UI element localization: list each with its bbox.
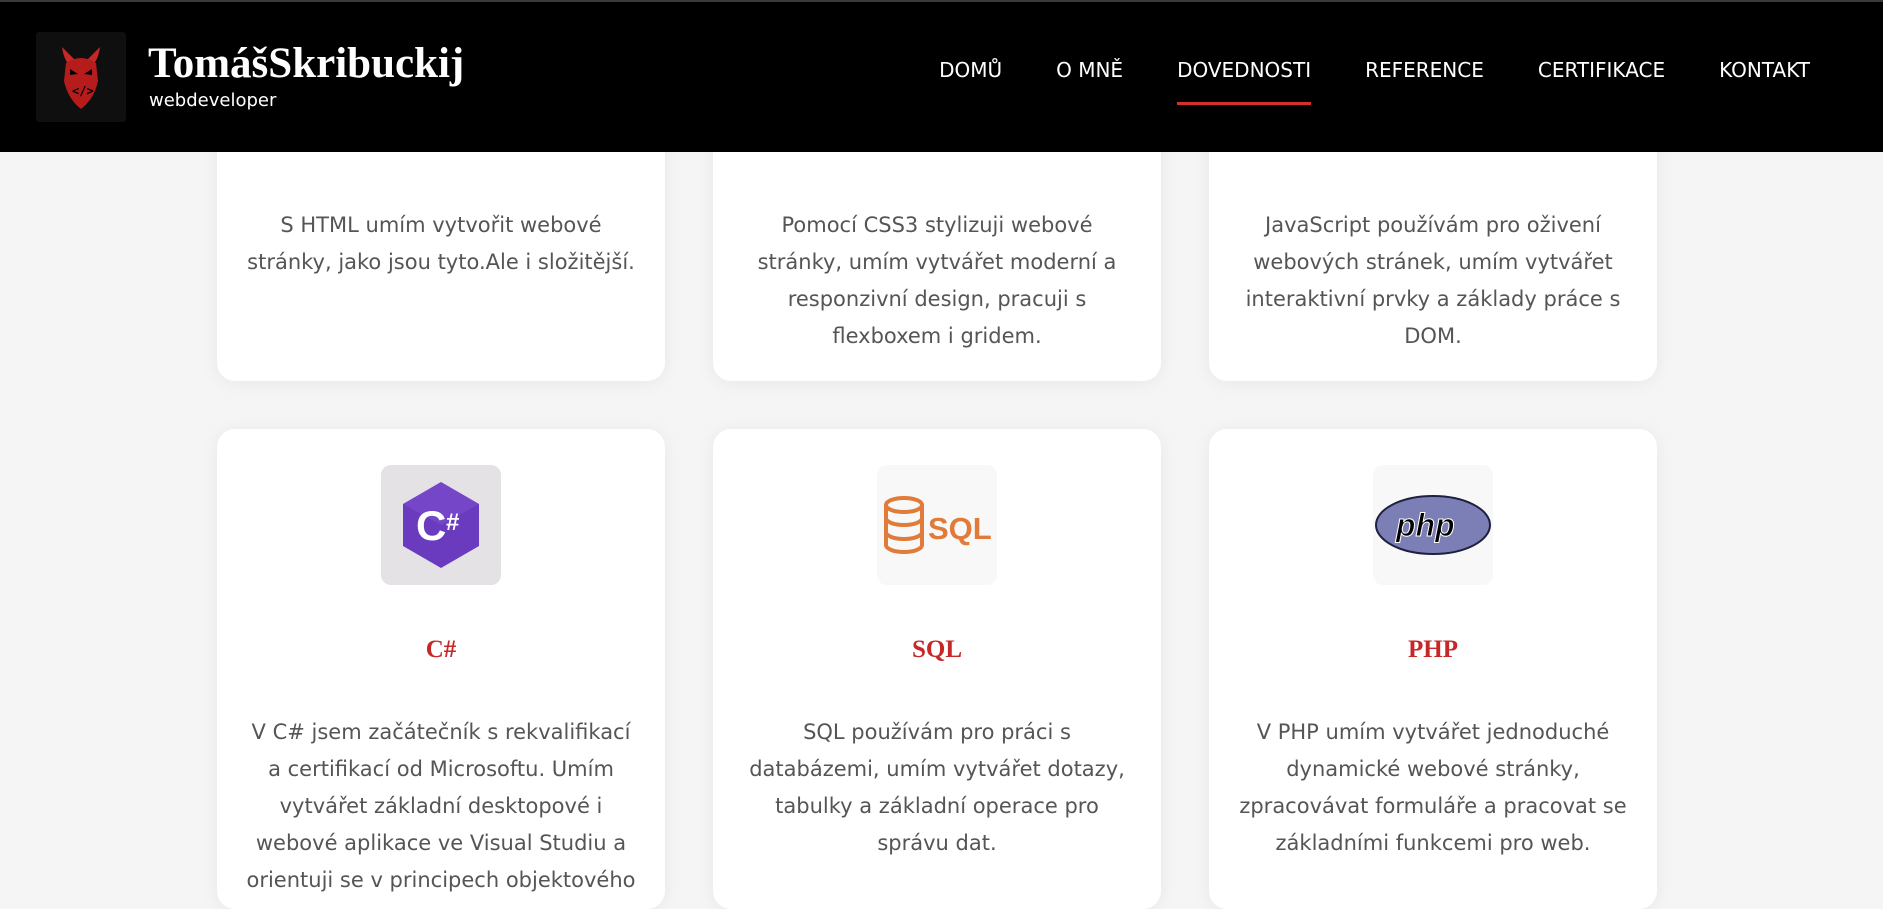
- top-border: [0, 0, 1883, 2]
- php-logo-icon: php: [1373, 465, 1493, 585]
- skill-description: Pomocí CSS3 stylizuji webové stránky, um…: [757, 213, 1117, 348]
- nav-link-kontakt[interactable]: KONTAKT: [1719, 56, 1810, 84]
- svg-text:C: C: [416, 502, 446, 549]
- skill-description: V C# jsem začátečník s rekvalifikací a c…: [246, 720, 636, 892]
- main-nav: DOMŮ O MNĚ DOVEDNOSTI REFERENCE CERTIFIK…: [939, 56, 1810, 105]
- svg-text:SQL: SQL: [928, 511, 992, 546]
- skill-card-php: php PHP V PHP umím vytvářet jednoduché d…: [1209, 429, 1657, 909]
- nav-link-dovednosti[interactable]: DOVEDNOSTI: [1177, 56, 1312, 105]
- svg-text:</>: </>: [72, 84, 94, 98]
- skill-title: PHP: [1408, 636, 1458, 663]
- nav-link-certifikace[interactable]: CERTIFIKACE: [1538, 56, 1665, 84]
- skill-title: C#: [425, 636, 457, 663]
- csharp-logo-icon: C #: [381, 465, 501, 585]
- skill-description: V PHP umím vytvářet jednoduché dynamické…: [1239, 720, 1627, 855]
- nav-link-reference[interactable]: REFERENCE: [1365, 56, 1484, 84]
- devil-mask-code-icon[interactable]: </>: [36, 32, 126, 122]
- skill-title: SQL: [911, 636, 963, 663]
- svg-text:php: php: [1395, 507, 1455, 543]
- svg-text:#: #: [446, 509, 459, 536]
- skill-description: SQL používám pro práci s databázemi, umí…: [749, 720, 1125, 855]
- skill-description: JavaScript používám pro oživení webových…: [1245, 213, 1621, 348]
- skill-description: S HTML umím vytvořit webové stránky, jak…: [247, 213, 635, 274]
- site-header: </> TomášSkribuckij webdeveloper DOMŮ O …: [0, 0, 1883, 152]
- brand-name[interactable]: TomášSkribuckij: [148, 38, 464, 90]
- sql-database-icon: SQL: [877, 465, 997, 585]
- skill-card-sql: SQL SQL SQL používám pro práci s databáz…: [713, 429, 1161, 909]
- skill-card-csharp: C # C# V C# jsem začátečník s rekvalifik…: [217, 429, 665, 909]
- nav-link-o-mne[interactable]: O MNĚ: [1056, 56, 1123, 84]
- nav-link-domu[interactable]: DOMŮ: [939, 56, 1002, 84]
- brand-subtitle: webdeveloper: [149, 90, 277, 111]
